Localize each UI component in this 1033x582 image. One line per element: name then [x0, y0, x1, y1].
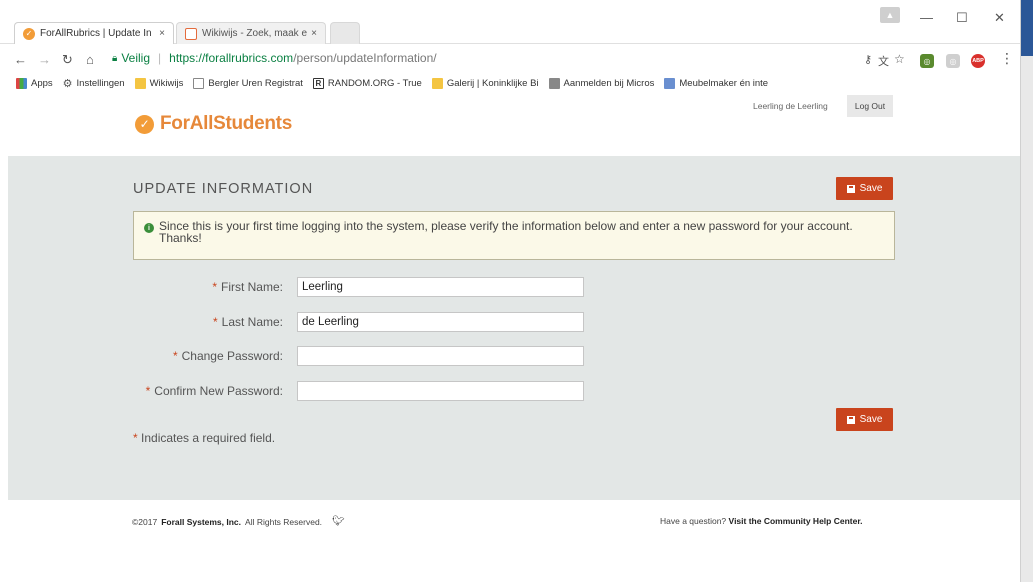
profile-icon[interactable]: ▲ [880, 7, 900, 23]
first-login-notice: i Since this is your first time logging … [133, 211, 895, 260]
tab-title: Wikiwijs - Zoek, maak en [202, 28, 308, 39]
first-name-field[interactable] [297, 277, 584, 297]
grey-extension-icon[interactable]: ◎ [946, 54, 960, 68]
logout-button[interactable]: Log Out [847, 95, 893, 117]
confirm-password-row: * Confirm New Password: [133, 381, 593, 401]
kb-icon [431, 77, 443, 89]
bookmark-galerij[interactable]: Galerij | Koninklijke Bi [431, 77, 539, 89]
info-icon: i [144, 223, 154, 233]
change-password-field[interactable] [297, 346, 584, 366]
microsoft-icon [548, 77, 560, 89]
forall-favicon-icon: ✓ [23, 27, 35, 40]
save-button-top[interactable]: Save [836, 177, 893, 200]
gear-icon: ⚙ [62, 77, 73, 90]
url-host: https://forallrubrics.com [169, 51, 294, 65]
change-password-label: * Change Password: [172, 349, 283, 363]
bookmark-instellingen[interactable]: ⚙ Instellingen [63, 77, 125, 90]
bookmark-microsoft[interactable]: Aanmelden bij Micros [548, 77, 654, 89]
bookmark-apps[interactable]: Apps [16, 77, 53, 89]
confirm-password-field[interactable] [297, 381, 584, 401]
bookmarks-bar: Apps ⚙ Instellingen Wikiwijs Bergler Ure… [0, 74, 1020, 92]
menu-kebab-icon[interactable]: ⋮ [1000, 50, 1014, 67]
doc-icon [193, 77, 205, 89]
browser-titlebar: ✓ ForAllRubrics | Update In × Wikiwijs -… [0, 0, 1020, 44]
tab-close-icon[interactable]: × [159, 28, 165, 39]
apps-grid-icon [16, 77, 27, 89]
tab-title: ForAllRubrics | Update In [40, 28, 152, 39]
bookmark-meubelmaker[interactable]: Meubelmaker én inte [664, 77, 768, 89]
tab-close-icon[interactable]: × [311, 28, 317, 39]
random-icon: R [312, 77, 324, 89]
background-window-accent [1021, 0, 1033, 56]
new-tab-button[interactable] [330, 22, 360, 44]
folder-icon [134, 77, 146, 89]
forward-icon[interactable]: → [38, 52, 51, 67]
address-separator: | [158, 51, 162, 65]
star-icon[interactable]: ☆ [894, 52, 905, 66]
update-information-panel: UPDATE INFORMATION Save i Since this is … [8, 156, 1020, 500]
floppy-disk-icon [846, 184, 855, 193]
check-badge-icon: ✓ [135, 114, 154, 134]
site-header: ✓ ForAll Students Leerling de Leerling Lo… [8, 93, 1020, 155]
site-footer: ©2017 Forall Systems, Inc. All Rights Re… [8, 500, 1020, 582]
url-path: /person/updateInformation/ [293, 51, 437, 65]
twitter-icon[interactable]: 🐦︎ [332, 516, 345, 527]
key-icon[interactable]: ⚷ [864, 53, 872, 66]
translate-icon[interactable]: 文 [878, 53, 889, 69]
secure-label: Veilig [121, 51, 151, 65]
bookmark-wikiwijs[interactable]: Wikiwijs [134, 77, 183, 89]
lock-icon: 🔒︎ [112, 52, 118, 64]
floppy-disk-icon [846, 415, 855, 424]
maximize-icon[interactable]: ☐ [956, 10, 968, 26]
tab-wikiwijs[interactable]: Wikiwijs - Zoek, maak en × [176, 22, 326, 44]
address-bar[interactable]: 🔒︎ Veilig | https://forallrubrics.com/pe… [112, 51, 437, 65]
reload-icon[interactable]: ↻ [62, 52, 73, 68]
wikiwijs-favicon-icon [185, 27, 197, 40]
meubel-icon [664, 77, 676, 89]
save-button-bottom[interactable]: Save [836, 408, 893, 431]
copyright: ©2017 Forall Systems, Inc. All Rights Re… [132, 516, 345, 527]
home-icon[interactable]: ⌂ [86, 52, 94, 67]
background-window-edge [1020, 0, 1033, 582]
first-name-label: * First Name: [212, 280, 283, 294]
last-name-row: * Last Name: [133, 312, 593, 332]
bookmark-random-org[interactable]: R RANDOM.ORG - True [312, 77, 422, 89]
last-name-label: * Last Name: [212, 315, 283, 329]
confirm-password-label: * Confirm New Password: [145, 384, 283, 398]
user-name[interactable]: Leerling de Leerling [753, 101, 828, 111]
help-center: Have a question? Visit the Community Hel… [660, 516, 863, 526]
page-title: UPDATE INFORMATION [133, 181, 314, 197]
first-name-row: * First Name: [133, 277, 593, 297]
back-icon[interactable]: ← [14, 52, 27, 67]
notice-text: Since this is your first time logging in… [159, 219, 853, 245]
change-password-row: * Change Password: [133, 346, 593, 366]
close-window-icon[interactable]: ✕ [994, 10, 1005, 26]
help-center-link[interactable]: Visit the Community Help Center. [729, 516, 863, 526]
required-field-note: * Indicates a required field. [133, 431, 276, 445]
tab-forallrubrics[interactable]: ✓ ForAllRubrics | Update In × [14, 22, 174, 44]
forallstudents-logo[interactable]: ✓ ForAll Students [135, 113, 292, 135]
minimize-icon[interactable]: — [920, 10, 933, 25]
adblock-icon[interactable]: ABP [971, 54, 985, 68]
last-name-field[interactable] [297, 312, 584, 332]
shield-extension-icon[interactable]: ◎ [920, 54, 934, 68]
browser-toolbar: ← → ↻ ⌂ 🔒︎ Veilig | https://forallrubric… [0, 50, 1020, 72]
bookmark-bergler[interactable]: Bergler Uren Registrat [193, 77, 303, 89]
